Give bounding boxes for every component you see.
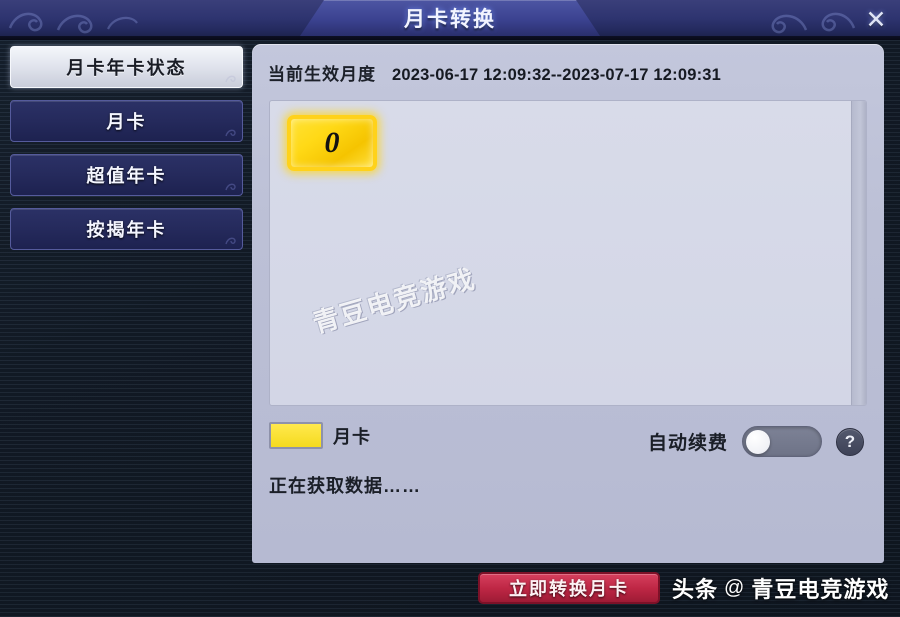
card-list-area: 0 青豆电竞游戏 [269,100,867,406]
legend: 月卡 [269,422,371,449]
sidebar: 月卡年卡状态 月卡 超值年卡 按揭年卡 [10,46,243,262]
main-panel: 当前生效月度 2023-06-17 12:09:32--2023-07-17 1… [252,44,884,563]
corner-swirl-icon [225,129,236,137]
sidebar-item-label: 月卡 [106,112,147,132]
sidebar-item-value-year-card[interactable]: 超值年卡 [10,154,243,196]
close-icon[interactable]: ✕ [860,5,892,35]
corner-swirl-icon [225,183,236,191]
sidebar-item-month-card[interactable]: 月卡 [10,100,243,142]
sidebar-item-label: 按揭年卡 [86,220,167,240]
decorative-swirl-icon-mirror [771,12,856,34]
corner-swirl-icon [225,75,236,83]
status-text: 正在获取数据…… [269,476,421,496]
auto-renew-toggle[interactable] [742,426,822,457]
game-window: 月卡转换 ✕ 月卡年卡状态 月卡 超值年卡 按揭年卡 当前生效月度 2023-0… [0,0,900,617]
convert-now-button[interactable]: 立即转换月卡 [478,572,660,604]
effective-period-label: 当前生效月度 [268,65,376,84]
scrollbar-vertical[interactable] [851,101,866,405]
month-card-item[interactable]: 0 [287,115,377,171]
sidebar-item-label: 月卡年卡状态 [66,58,187,78]
effective-period-header: 当前生效月度 2023-06-17 12:09:32--2023-07-17 1… [268,60,721,85]
sidebar-item-label: 超值年卡 [86,166,167,186]
decorative-swirl-icon [8,12,138,34]
month-card-count: 0 [324,126,340,159]
help-icon[interactable]: ? [836,427,864,456]
bottom-watermark: 头条 @ 青豆电竞游戏 [672,572,889,604]
watermark-username: 青豆电竞游戏 [751,577,890,602]
legend-swatch-month-card [269,422,323,449]
effective-period-value: 2023-06-17 12:09:32--2023-07-17 12:09:31 [392,66,722,84]
watermark-platform: 头条 [672,577,719,602]
auto-renew-label: 自动续费 [647,433,728,454]
legend-label: 月卡 [333,426,371,447]
watermark-at-symbol: @ [724,576,746,599]
watermark-inner: 青豆电竞游戏 [309,263,480,339]
sidebar-item-mortgage-year-card[interactable]: 按揭年卡 [10,208,243,250]
title-bar: 月卡转换 ✕ [0,0,900,40]
window-title: 月卡转换 [404,8,496,31]
toggle-knob [746,430,770,454]
corner-swirl-icon [225,237,236,245]
auto-renew-row: 自动续费 ? [648,426,864,457]
sidebar-item-status[interactable]: 月卡年卡状态 [10,46,243,88]
